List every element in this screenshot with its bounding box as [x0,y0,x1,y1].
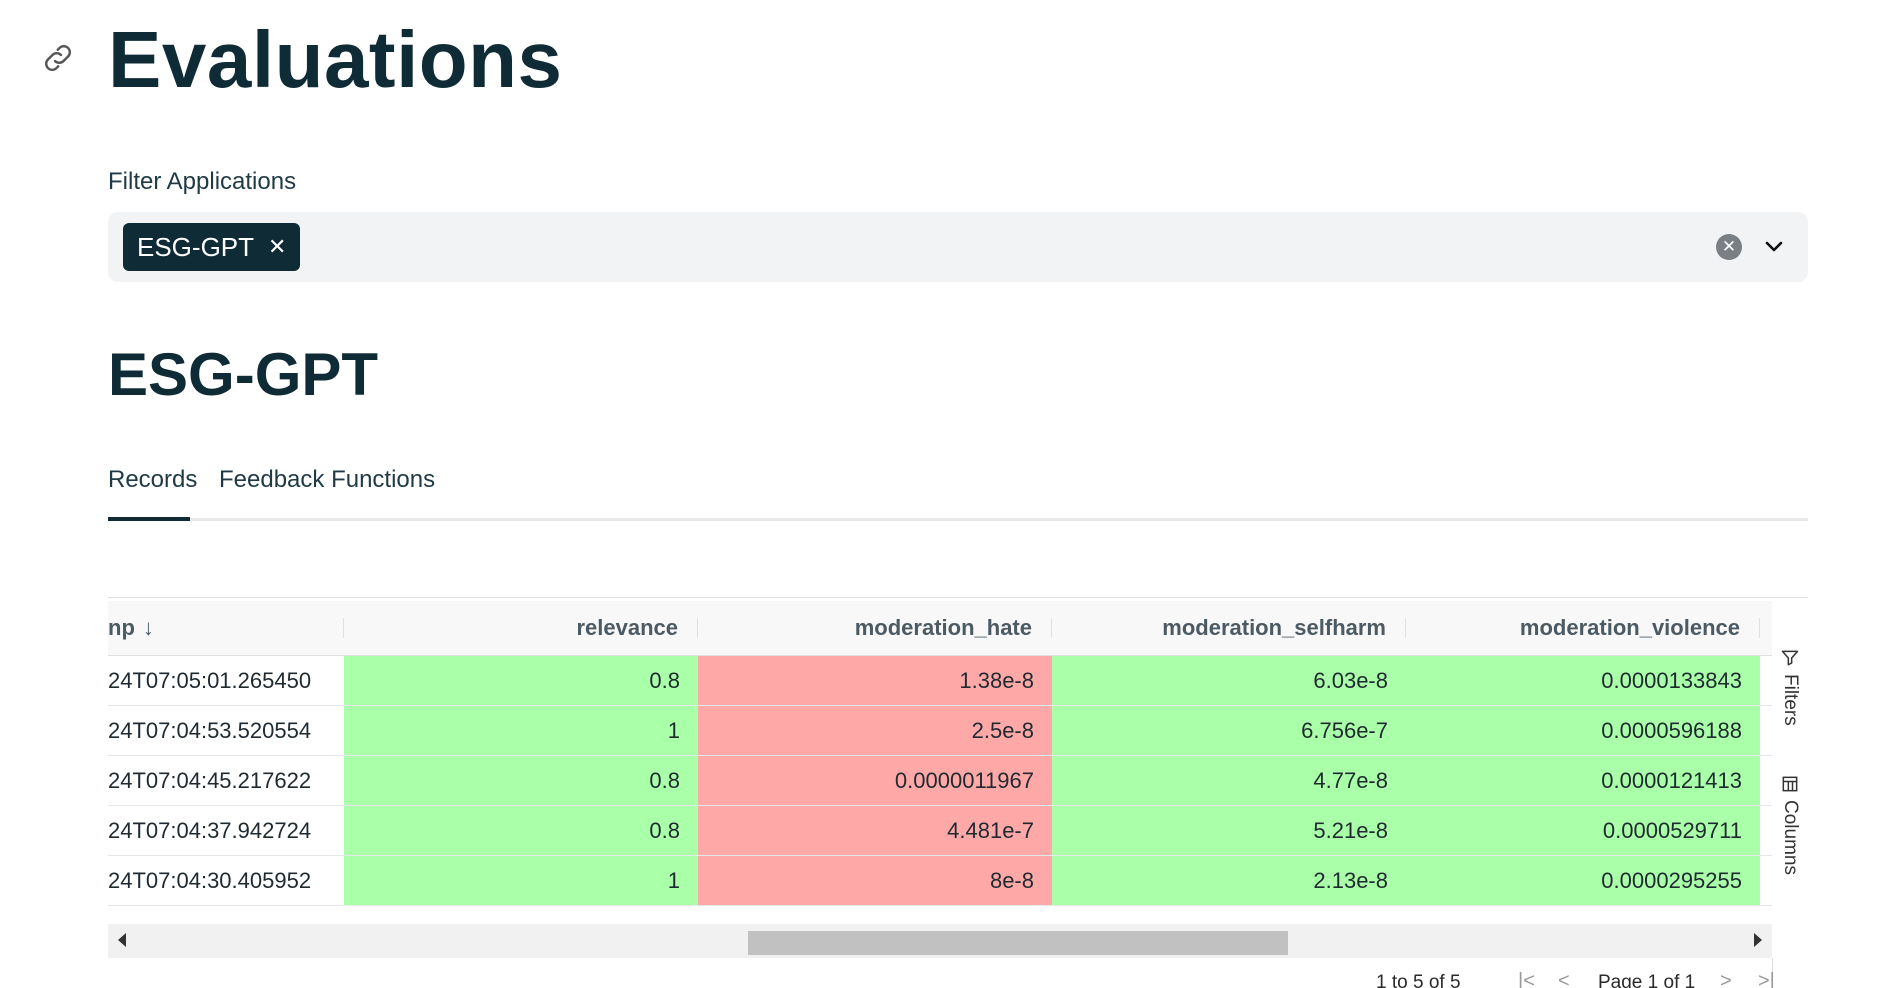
cell-moderation-violence: 0.0000133843 [1406,656,1760,705]
filter-label: Filter Applications [108,168,297,195]
selected-app-chip: ESG-GPT ✕ [123,223,301,271]
cell-timestamp: 24T07:04:53.520554 [108,717,312,743]
cell-moderation-violence: 0.0000596188 [1406,706,1760,755]
cell-moderation-hate: 4.481e-7 [698,806,1052,855]
sort-desc-icon[interactable]: ↓ [143,615,154,641]
column-header-moderation-hate[interactable]: moderation_hate [698,601,1052,655]
scroll-left-icon[interactable] [118,933,126,947]
grid-header: np ↓ relevance moderation_hate moderatio… [108,601,1772,656]
cell-moderation-selfharm: 2.13e-8 [1052,856,1406,905]
tab-feedback-functions-label: Feedback Functions [219,466,436,493]
scrollbar-thumb[interactable] [748,931,1288,955]
cell-timestamp: 24T07:05:01.265450 [108,667,312,693]
chip-remove-icon[interactable]: ✕ [268,234,286,260]
columns-toggle[interactable]: Columns [1778,774,1802,875]
clear-icon[interactable]: ✕ [1716,234,1742,260]
records-grid: np ↓ relevance moderation_hate moderatio… [108,597,1808,988]
grid-side-panel: Filters Columns [1772,598,1808,958]
last-page-icon[interactable]: >| [1758,970,1775,988]
horizontal-scrollbar[interactable] [108,924,1772,958]
cell-moderation-violence: 0.0000529711 [1406,806,1760,855]
next-page-icon[interactable]: > [1720,970,1732,988]
pagination-footer: 1 to 5 of 5 |< < Page 1 of 1 > >| [108,968,1808,988]
scroll-right-icon[interactable] [1754,933,1762,947]
cell-relevance: 1 [344,856,698,905]
table-row[interactable]: 24T07:04:45.217622 0.8 0.0000011967 4.77… [108,756,1772,806]
column-header-moderation-selfharm[interactable]: moderation_selfharm [1052,601,1406,655]
column-header-label: moderation_selfharm [1162,615,1386,640]
cell-moderation-violence: 0.0000295255 [1406,856,1760,905]
cell-relevance: 1 [344,706,698,755]
cell-moderation-selfharm: 6.756e-7 [1052,706,1406,755]
cell-moderation-selfharm: 4.77e-8 [1052,756,1406,805]
first-page-icon[interactable]: |< [1518,970,1535,988]
column-header-timestamp[interactable]: np ↓ [108,601,344,655]
cell-timestamp: 24T07:04:45.217622 [108,767,312,793]
tab-feedback-functions[interactable]: Feedback Functions [219,466,435,494]
table-row[interactable]: 24T07:04:53.520554 1 2.5e-8 6.756e-7 0.0… [108,706,1772,756]
column-header-label: moderation_hate [854,615,1032,640]
cell-moderation-hate: 1.38e-8 [698,656,1052,705]
cell-moderation-violence: 0.0000121413 [1406,756,1760,805]
app-section-title: ESG-GPT [108,341,379,408]
cell-timestamp: 24T07:04:37.942724 [108,817,312,843]
columns-icon [1782,776,1798,792]
table-row[interactable]: 24T07:04:30.405952 1 8e-8 2.13e-8 0.0000… [108,856,1772,906]
table-row[interactable]: 24T07:05:01.265450 0.8 1.38e-8 6.03e-8 0… [108,656,1772,706]
cell-moderation-hate: 8e-8 [698,856,1052,905]
filters-label: Filters [1780,674,1801,726]
tab-bar: Records Feedback Functions [108,460,1808,521]
application-multiselect[interactable]: ESG-GPT ✕ ✕ [108,212,1808,282]
cell-moderation-selfharm: 6.03e-8 [1052,656,1406,705]
tab-records-label: Records [108,466,198,493]
page-info: Page 1 of 1 [1598,972,1696,988]
chevron-down-icon[interactable] [1762,234,1786,258]
filter-icon [1781,650,1799,666]
prev-page-icon[interactable]: < [1558,970,1570,988]
cell-moderation-hate: 2.5e-8 [698,706,1052,755]
link-icon[interactable] [40,40,76,76]
grid-viewport: np ↓ relevance moderation_hate moderatio… [108,598,1773,988]
column-header-moderation-violence[interactable]: moderation_violence [1406,601,1760,655]
chip-label: ESG-GPT [137,231,255,262]
tab-records[interactable]: Records [108,466,197,494]
column-header-relevance[interactable]: relevance [344,601,698,655]
cell-relevance: 0.8 [344,756,698,805]
column-header-label: np [108,615,135,640]
cell-timestamp: 24T07:04:30.405952 [108,867,312,893]
table-row[interactable]: 24T07:04:37.942724 0.8 4.481e-7 5.21e-8 … [108,806,1772,856]
cell-relevance: 0.8 [344,806,698,855]
column-header-label: relevance [576,615,678,640]
page-title: Evaluations [108,15,563,104]
columns-label: Columns [1780,800,1801,875]
cell-moderation-selfharm: 5.21e-8 [1052,806,1406,855]
filters-toggle[interactable]: Filters [1778,648,1802,726]
row-count: 1 to 5 of 5 [1376,972,1461,988]
cell-relevance: 0.8 [344,656,698,705]
active-tab-indicator [108,517,190,521]
column-header-label: moderation_violence [1519,615,1740,640]
cell-moderation-hate: 0.0000011967 [698,756,1052,805]
